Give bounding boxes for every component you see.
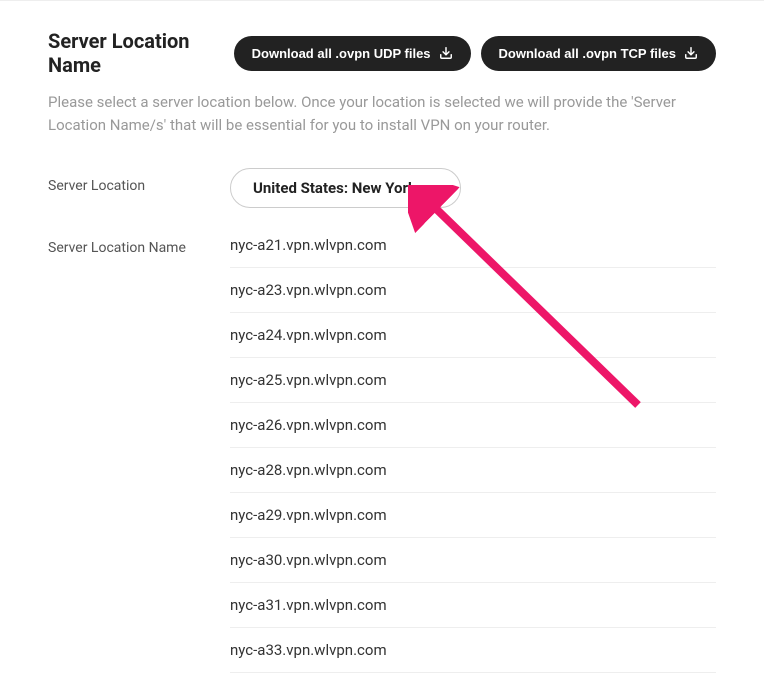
server-name-item: nyc-a21.vpn.wlvpn.com [230,230,716,268]
server-name-item: nyc-a25.vpn.wlvpn.com [230,358,716,403]
server-location-row: Server Location United States: New York [48,168,716,208]
download-tcp-button[interactable]: Download all .ovpn TCP files [481,36,716,71]
download-udp-label: Download all .ovpn UDP files [252,46,431,61]
download-tcp-label: Download all .ovpn TCP files [499,46,676,61]
server-location-name-row: Server Location Name nyc-a21.vpn.wlvpn.c… [48,230,716,673]
server-location-name-label: Server Location Name [48,230,230,256]
server-name-item: nyc-a31.vpn.wlvpn.com [230,583,716,628]
page-title: Server Location Name [48,29,234,77]
server-location-select[interactable]: United States: New York [230,168,461,208]
download-icon [684,46,698,60]
download-udp-button[interactable]: Download all .ovpn UDP files [234,36,471,71]
server-name-item: nyc-a28.vpn.wlvpn.com [230,448,716,493]
header-row: Server Location Name Download all .ovpn … [48,29,716,77]
server-name-item: nyc-a30.vpn.wlvpn.com [230,538,716,583]
server-name-item: nyc-a23.vpn.wlvpn.com [230,268,716,313]
download-button-group: Download all .ovpn UDP files Download al… [234,36,716,71]
server-location-selected-value: United States: New York [253,179,416,197]
server-name-list: nyc-a21.vpn.wlvpn.comnyc-a23.vpn.wlvpn.c… [230,230,716,673]
server-location-label: Server Location [48,168,230,194]
download-icon [439,46,453,60]
main-panel: Server Location Name Download all .ovpn … [0,1,764,673]
server-name-item: nyc-a33.vpn.wlvpn.com [230,628,716,673]
server-name-item: nyc-a24.vpn.wlvpn.com [230,313,716,358]
server-name-item: nyc-a29.vpn.wlvpn.com [230,493,716,538]
server-name-item: nyc-a26.vpn.wlvpn.com [230,403,716,448]
server-location-select-wrap: United States: New York [230,168,461,208]
description-text: Please select a server location below. O… [48,91,688,138]
